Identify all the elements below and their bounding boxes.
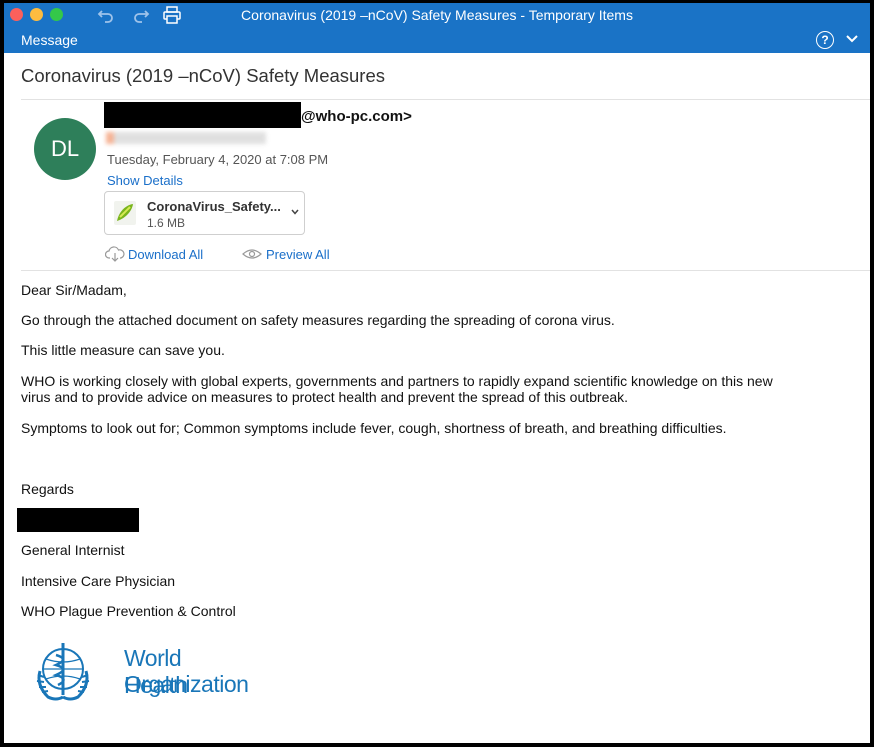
redacted-sender-name <box>104 102 301 128</box>
body-paragraph-3-line-1: WHO is working closely with global exper… <box>21 373 773 389</box>
regards: Regards <box>21 481 74 497</box>
signature-title-2: Intensive Care Physician <box>21 573 176 589</box>
redacted-signature-name <box>17 508 139 532</box>
ribbon: Message ? <box>4 27 870 53</box>
body-divider <box>21 270 870 271</box>
blurred-recipient-line <box>106 132 266 144</box>
who-logo: World Health Organization <box>34 635 249 710</box>
body-paragraph-3-line-2: virus and to provide advice on measures … <box>21 389 629 405</box>
mail-window: Coronavirus (2019 –nCoV) Safety Measures… <box>4 3 870 743</box>
email-subject: Coronavirus (2019 –nCoV) Safety Measures <box>21 65 386 86</box>
greeting: Dear Sir/Madam, <box>21 282 127 298</box>
chevron-down-icon[interactable] <box>845 30 859 46</box>
tab-message[interactable]: Message <box>21 32 78 48</box>
preview-all-button[interactable]: Preview All <box>266 247 330 262</box>
attachment-file-icon <box>114 201 136 225</box>
show-details-link[interactable]: Show Details <box>107 173 183 188</box>
header-divider <box>21 99 870 100</box>
avatar: DL <box>34 118 96 180</box>
who-logo-line-2: Organization <box>124 671 249 697</box>
download-icon[interactable] <box>105 246 125 262</box>
attachment-card[interactable]: CoronaVirus_Safety... 1.6 MB <box>104 191 305 235</box>
body-paragraph-4: Symptoms to look out for; Common symptom… <box>21 420 727 436</box>
signature-title-1: General Internist <box>21 542 125 558</box>
body-paragraph-2: This little measure can save you. <box>21 342 225 358</box>
email-date: Tuesday, February 4, 2020 at 7:08 PM <box>107 152 329 167</box>
download-all-button[interactable]: Download All <box>128 247 203 262</box>
chevron-down-icon[interactable] <box>290 207 300 217</box>
sender-email[interactable]: @who-pc.com> <box>301 108 412 125</box>
help-icon[interactable]: ? <box>816 31 834 49</box>
body-paragraph-1: Go through the attached document on safe… <box>21 312 615 328</box>
title-bar: Coronavirus (2019 –nCoV) Safety Measures… <box>4 3 870 27</box>
preview-eye-icon[interactable] <box>242 246 262 262</box>
attachment-size: 1.6 MB <box>147 216 186 230</box>
window-title: Coronavirus (2019 –nCoV) Safety Measures… <box>241 7 633 23</box>
signature-title-3: WHO Plague Prevention & Control <box>21 603 236 619</box>
who-emblem-icon <box>36 643 90 701</box>
attachment-name: CoronaVirus_Safety... <box>147 199 281 214</box>
